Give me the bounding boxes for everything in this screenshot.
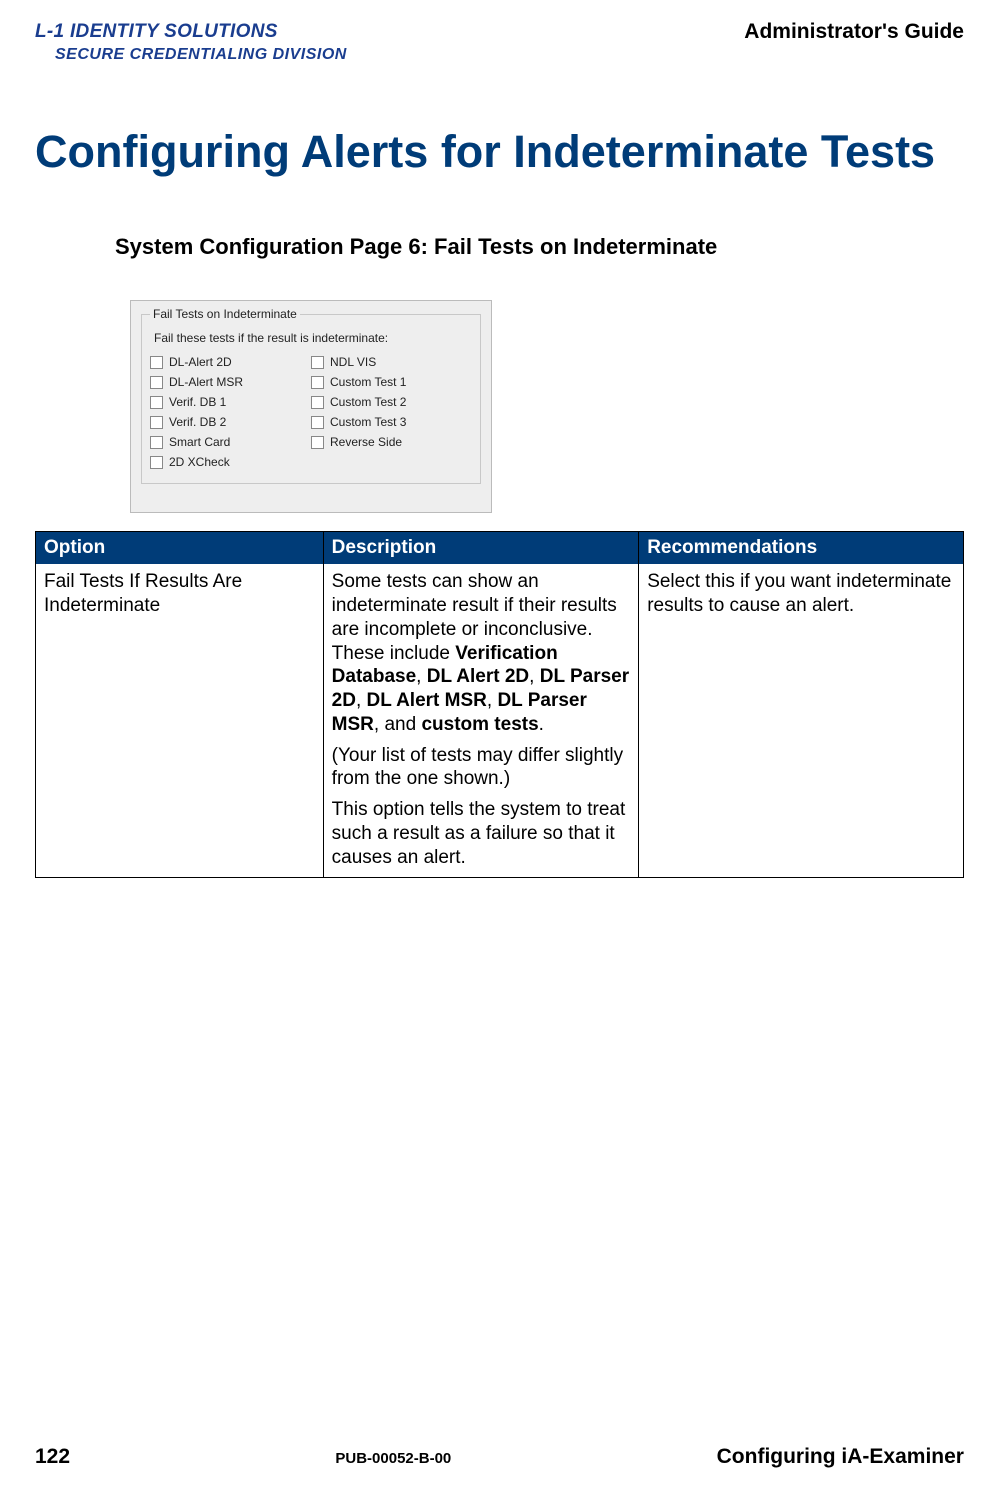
- checkbox-item[interactable]: Smart Card: [150, 435, 311, 449]
- checkbox-icon[interactable]: [150, 376, 163, 389]
- desc-text: , and: [374, 714, 422, 735]
- desc-bold: DL Alert MSR: [367, 690, 487, 711]
- checkbox-icon[interactable]: [150, 416, 163, 429]
- company-logo: L-1 IDENTITY SOLUTIONS SECURE CREDENTIAL…: [35, 20, 347, 65]
- checkbox-item[interactable]: Verif. DB 2: [150, 415, 311, 429]
- checkbox-label: Custom Test 1: [330, 375, 406, 389]
- checkbox-item[interactable]: NDL VIS: [311, 355, 472, 369]
- checkbox-icon[interactable]: [311, 396, 324, 409]
- header-recommendations: Recommendations: [639, 532, 964, 565]
- desc-bold: DL Alert 2D: [427, 666, 529, 687]
- logo-line-1: L-1 IDENTITY SOLUTIONS: [35, 20, 347, 45]
- desc-paragraph-2: (Your list of tests may differ slightly …: [332, 744, 631, 792]
- checkbox-icon[interactable]: [311, 376, 324, 389]
- desc-paragraph-3: This option tells the system to treat su…: [332, 798, 631, 869]
- checkbox-label: NDL VIS: [330, 355, 376, 369]
- fail-tests-dialog: Fail Tests on Indeterminate Fail these t…: [130, 300, 492, 513]
- cell-recommendation: Select this if you want indeterminate re…: [639, 564, 964, 878]
- checkbox-label: Verif. DB 1: [169, 395, 226, 409]
- checkbox-item[interactable]: Custom Test 2: [311, 395, 472, 409]
- desc-bold: custom tests: [421, 714, 538, 735]
- guide-title: Administrator's Guide: [744, 20, 964, 44]
- header-option: Option: [36, 532, 324, 565]
- logo-line-2: SECURE CREDENTIALING DIVISION: [55, 45, 347, 66]
- checkbox-icon[interactable]: [150, 356, 163, 369]
- checkbox-icon[interactable]: [150, 456, 163, 469]
- checkbox-item[interactable]: Custom Test 1: [311, 375, 472, 389]
- checkbox-grid: DL-Alert 2D DL-Alert MSR Verif. DB 1 Ver…: [150, 355, 472, 475]
- section-subtitle: System Configuration Page 6: Fail Tests …: [115, 234, 964, 260]
- checkbox-label: Smart Card: [169, 435, 230, 449]
- footer-section-name: Configuring iA-Examiner: [717, 1445, 964, 1469]
- checkbox-column-right: NDL VIS Custom Test 1 Custom Test 2 Cust…: [311, 355, 472, 475]
- checkbox-item[interactable]: Reverse Side: [311, 435, 472, 449]
- checkbox-label: Custom Test 2: [330, 395, 406, 409]
- options-table: Option Description Recommendations Fail …: [35, 531, 964, 878]
- checkbox-icon[interactable]: [311, 356, 324, 369]
- page-number: 122: [35, 1445, 70, 1469]
- checkbox-icon[interactable]: [311, 436, 324, 449]
- dialog-instruction: Fail these tests if the result is indete…: [154, 331, 472, 345]
- publication-number: PUB-00052-B-00: [335, 1450, 451, 1467]
- desc-text: .: [539, 714, 544, 735]
- checkbox-label: Custom Test 3: [330, 415, 406, 429]
- desc-text: ,: [356, 690, 367, 711]
- checkbox-item[interactable]: DL-Alert 2D: [150, 355, 311, 369]
- cell-option: Fail Tests If Results Are Indeterminate: [36, 564, 324, 878]
- desc-text: ,: [487, 690, 498, 711]
- page-footer: 122 PUB-00052-B-00 Configuring iA-Examin…: [35, 1445, 964, 1469]
- checkbox-label: DL-Alert 2D: [169, 355, 232, 369]
- checkbox-label: DL-Alert MSR: [169, 375, 243, 389]
- checkbox-label: Verif. DB 2: [169, 415, 226, 429]
- dialog-legend: Fail Tests on Indeterminate: [150, 307, 300, 321]
- checkbox-item[interactable]: Verif. DB 1: [150, 395, 311, 409]
- desc-text: ,: [529, 666, 540, 687]
- checkbox-icon[interactable]: [150, 436, 163, 449]
- desc-paragraph-1: Some tests can show an indeterminate res…: [332, 570, 631, 736]
- checkbox-label: Reverse Side: [330, 435, 402, 449]
- checkbox-icon[interactable]: [311, 416, 324, 429]
- page-header: L-1 IDENTITY SOLUTIONS SECURE CREDENTIAL…: [35, 20, 964, 65]
- table-header-row: Option Description Recommendations: [36, 532, 964, 565]
- cell-description: Some tests can show an indeterminate res…: [323, 564, 639, 878]
- dialog-fieldset: Fail Tests on Indeterminate Fail these t…: [141, 307, 481, 484]
- checkbox-item[interactable]: Custom Test 3: [311, 415, 472, 429]
- page-title: Configuring Alerts for Indeterminate Tes…: [35, 125, 964, 179]
- header-description: Description: [323, 532, 639, 565]
- checkbox-icon[interactable]: [150, 396, 163, 409]
- checkbox-column-left: DL-Alert 2D DL-Alert MSR Verif. DB 1 Ver…: [150, 355, 311, 475]
- checkbox-label: 2D XCheck: [169, 455, 230, 469]
- table-row: Fail Tests If Results Are Indeterminate …: [36, 564, 964, 878]
- desc-text: ,: [416, 666, 427, 687]
- checkbox-item[interactable]: DL-Alert MSR: [150, 375, 311, 389]
- checkbox-item[interactable]: 2D XCheck: [150, 455, 311, 469]
